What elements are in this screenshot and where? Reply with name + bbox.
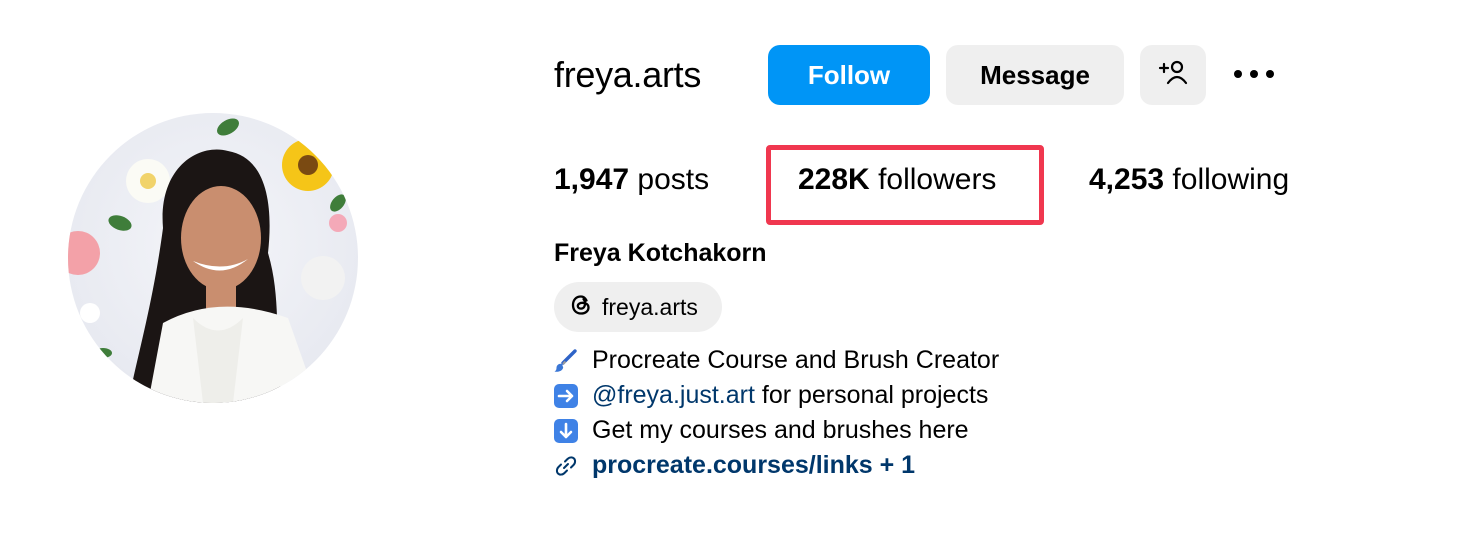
followers-highlight-box xyxy=(766,145,1044,225)
bio-link-row[interactable]: procreate.courses/links + 1 xyxy=(552,448,999,483)
profile-avatar[interactable] xyxy=(68,113,358,403)
posts-label: posts xyxy=(637,163,710,196)
right-arrow-emoji-icon xyxy=(552,382,580,410)
following-stat[interactable]: 4,253 following xyxy=(1089,160,1289,200)
threads-icon xyxy=(568,292,594,323)
profile-bio: Procreate Course and Brush Creator @frey… xyxy=(552,343,999,483)
follow-button-label: Follow xyxy=(807,59,891,90)
bio-line-2-text: for personal projects xyxy=(754,381,989,409)
following-count: 4,253 xyxy=(1089,163,1165,196)
more-options-button[interactable] xyxy=(1226,55,1282,95)
bio-line-3: Get my courses and brushes here xyxy=(552,413,999,448)
threads-handle: freya.arts xyxy=(602,293,698,320)
suggest-people-button[interactable] xyxy=(1140,45,1206,105)
follow-button[interactable]: Follow xyxy=(768,45,930,105)
bio-line-1-text: Procreate Course and Brush Creator xyxy=(592,346,1000,374)
message-button[interactable]: Message xyxy=(946,45,1124,105)
down-arrow-emoji-icon xyxy=(552,417,580,445)
bio-website-link[interactable]: procreate.courses/links + 1 xyxy=(592,448,915,483)
more-horizontal-icon xyxy=(1232,66,1276,84)
profile-full-name: Freya Kotchakorn xyxy=(554,239,767,267)
bio-line-2: @freya.just.art for personal projects xyxy=(552,378,999,413)
threads-badge[interactable]: freya.arts xyxy=(554,282,722,332)
message-button-label: Message xyxy=(980,59,1090,90)
bio-mention-link[interactable]: @freya.just.art xyxy=(592,378,755,413)
posts-count: 1,947 xyxy=(554,163,630,196)
paintbrush-emoji-icon xyxy=(552,347,580,375)
posts-stat: 1,947 posts xyxy=(554,160,709,200)
link-icon xyxy=(552,452,580,480)
person-plus-icon xyxy=(1158,59,1188,92)
following-label: following xyxy=(1172,163,1290,196)
bio-line-3-text: Get my courses and brushes here xyxy=(592,416,969,444)
bio-line-1: Procreate Course and Brush Creator xyxy=(552,343,999,378)
profile-username: freya.arts xyxy=(554,54,702,95)
